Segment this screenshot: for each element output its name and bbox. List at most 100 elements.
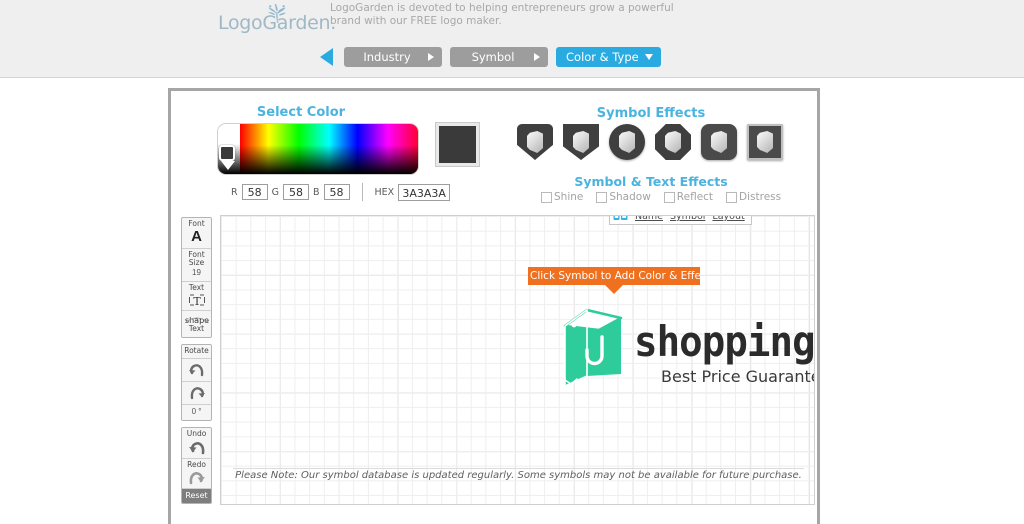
- header-inner: LogoGarden. LogoGarden is devoted to hel…: [0, 0, 1024, 40]
- logo-artwork[interactable]: shoppingkart Best Price Guaranted: [561, 301, 814, 406]
- checkbox-reflect[interactable]: Reflect: [663, 191, 714, 203]
- checkbox-box[interactable]: [541, 191, 552, 203]
- checkbox-box[interactable]: [663, 191, 675, 203]
- toolbar-rotate-cw[interactable]: [182, 382, 211, 405]
- toolbar-rotate-label: Rotate: [184, 345, 209, 355]
- checkbox-shadow-label: Shadow: [609, 191, 651, 203]
- chevron-right-icon: [428, 53, 434, 61]
- callout-pointer: [605, 285, 623, 294]
- symbol-glyph-icon: [573, 131, 589, 153]
- effect-square-button[interactable]: [747, 124, 783, 160]
- toolbar-font-size-label-2: Size: [188, 258, 205, 267]
- reset-button[interactable]: Reset: [182, 489, 211, 503]
- step-symbol-label: Symbol: [471, 50, 515, 64]
- effects-checkbox-row: Shine Shadow Reflect Distress: [541, 191, 781, 203]
- g-label: G: [271, 186, 279, 198]
- page-header: LogoGarden. LogoGarden is devoted to hel…: [0, 0, 1024, 78]
- toolbar-undo-label: Undo: [186, 429, 207, 438]
- toolbar-text[interactable]: Text T: [182, 281, 211, 311]
- toolbar-group-text: Font A Font Size 19 Text T shape Text: [181, 217, 212, 338]
- editor-area: Font A Font Size 19 Text T shape Text Ro…: [181, 215, 815, 509]
- brand-logo-word-1: Logo: [218, 12, 263, 34]
- shopping-bag-icon[interactable]: [561, 304, 629, 386]
- checkbox-shadow[interactable]: Shadow: [596, 191, 651, 203]
- tab-layout[interactable]: Layout: [712, 216, 744, 222]
- effect-shield-2-button[interactable]: [563, 124, 599, 160]
- step-nav: Industry Symbol Color & Type: [0, 44, 1024, 70]
- canvas-tabs: Name Symbol Layout: [609, 216, 752, 225]
- symbol-callout-text: Click Symbol to Add Color & Effect: [528, 267, 700, 285]
- effect-rounded-square-button[interactable]: [701, 124, 737, 160]
- toolbar-redo-label: Redo: [187, 459, 206, 469]
- brand-logo[interactable]: LogoGarden.: [218, 4, 336, 34]
- hex-label: HEX: [374, 186, 395, 198]
- toolbar-shape-text[interactable]: shape Text: [182, 311, 211, 337]
- color-picker[interactable]: [217, 123, 419, 175]
- toolbar-rotate-value[interactable]: 0 °: [182, 405, 211, 420]
- toolbar-rotate-degrees: 0 °: [191, 407, 202, 416]
- toolbar-group-rotate: Rotate 0 °: [181, 343, 212, 421]
- rgb-hex-row: R 58 G 58 B 58 HEX 3A3A3A: [231, 183, 451, 201]
- logo-canvas[interactable]: Name Symbol Layout Click Symbol to Add C…: [220, 215, 815, 505]
- toolbar-font-size[interactable]: Font Size 19: [182, 248, 211, 282]
- toolbar-rotate-ccw[interactable]: [182, 359, 211, 382]
- checkbox-distress[interactable]: Distress: [726, 191, 781, 203]
- checkbox-box[interactable]: [726, 191, 738, 203]
- tree-icon: [268, 4, 286, 23]
- toolbar-group-history: Undo Redo Reset: [181, 427, 212, 504]
- toolbar-redo[interactable]: Redo: [182, 458, 211, 489]
- undo-icon: [188, 441, 204, 454]
- r-input[interactable]: 58: [241, 184, 268, 200]
- step-symbol[interactable]: Symbol: [450, 47, 548, 67]
- step-color-type-label: Color & Type: [566, 50, 639, 64]
- symbol-glyph-icon: [757, 131, 773, 153]
- redo-icon: [189, 472, 205, 485]
- checkbox-shine[interactable]: Shine: [541, 191, 583, 203]
- step-nav-center: Industry Symbol Color & Type: [320, 44, 661, 70]
- toolbar-font-size-value[interactable]: 19: [182, 268, 211, 278]
- toolbar-shape-text-label: Text: [188, 324, 205, 333]
- symbol-effects-title: Symbol Effects: [596, 106, 706, 121]
- toolbar-font[interactable]: Font A: [182, 218, 211, 249]
- hex-input[interactable]: 3A3A3A: [398, 183, 451, 201]
- tab-name[interactable]: Name: [635, 216, 663, 222]
- b-input[interactable]: 58: [323, 184, 350, 200]
- tab-symbol[interactable]: Symbol: [670, 216, 705, 222]
- note-divider: [233, 468, 804, 469]
- canvas-note: Please Note: Our symbol database is upda…: [235, 470, 802, 481]
- effect-circle-button[interactable]: [609, 124, 645, 160]
- g-input[interactable]: 58: [282, 184, 309, 200]
- layers-icon: [613, 216, 628, 220]
- color-picker-surface[interactable]: [217, 123, 419, 175]
- effect-shield-1-button[interactable]: [517, 124, 553, 160]
- symbol-glyph-icon: [711, 131, 727, 153]
- toolbar-text-label: Text: [188, 282, 205, 292]
- symbol-callout: Click Symbol to Add Color & Effect: [528, 267, 700, 294]
- symbol-text-effects-title: Symbol & Text Effects: [574, 174, 728, 189]
- logo-name-text[interactable]: shoppingkart: [634, 317, 814, 366]
- checkbox-reflect-label: Reflect: [676, 191, 714, 203]
- select-color-title: Select Color: [256, 105, 346, 120]
- text-spacing-icon: T: [188, 294, 205, 307]
- rotate-cw-icon: [190, 387, 205, 400]
- symbol-glyph-icon: [619, 131, 635, 153]
- step-industry-label: Industry: [363, 50, 411, 64]
- header-tagline: LogoGarden is devoted to helping entrepr…: [330, 2, 674, 27]
- toolbar-undo[interactable]: Undo: [182, 428, 211, 459]
- checkbox-shine-label: Shine: [554, 191, 584, 203]
- checkbox-box[interactable]: [596, 191, 608, 203]
- step-color-type[interactable]: Color & Type: [556, 47, 661, 67]
- r-label: R: [231, 186, 238, 198]
- hue-saturation-field[interactable]: [240, 124, 418, 174]
- rotate-ccw-icon: [188, 364, 203, 377]
- grayscale-strip[interactable]: [218, 124, 240, 174]
- symbol-effects-list: [517, 124, 783, 160]
- checkbox-distress-label: Distress: [739, 191, 782, 203]
- logo-tagline-text[interactable]: Best Price Guaranted: [661, 367, 814, 386]
- back-arrow-icon[interactable]: [320, 48, 333, 66]
- toolbar-font-value: A: [191, 227, 202, 245]
- left-toolbar: Font A Font Size 19 Text T shape Text Ro…: [181, 217, 212, 504]
- toolbar-rotate: Rotate: [182, 344, 211, 359]
- effect-octagon-button[interactable]: [655, 124, 691, 160]
- step-industry[interactable]: Industry: [344, 47, 442, 67]
